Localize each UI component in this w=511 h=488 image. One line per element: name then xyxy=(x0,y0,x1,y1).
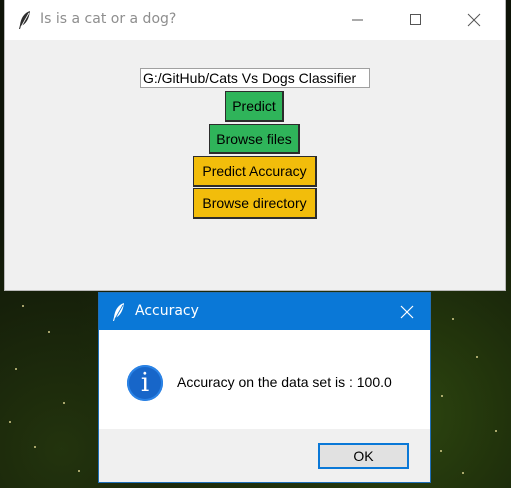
close-button[interactable] xyxy=(451,0,497,40)
minimize-button[interactable] xyxy=(335,0,381,40)
main-titlebar[interactable]: Is is a cat or a dog? xyxy=(5,0,505,40)
window-title: Is is a cat or a dog? xyxy=(40,11,177,27)
browse-directory-button[interactable]: Browse directory xyxy=(193,188,317,219)
predict-button[interactable]: Predict xyxy=(225,91,284,122)
dialog-close-button[interactable] xyxy=(384,293,430,330)
predict-accuracy-button[interactable]: Predict Accuracy xyxy=(193,156,317,187)
feather-icon xyxy=(19,11,30,29)
feather-icon xyxy=(113,303,124,321)
accuracy-dialog: Accuracy i Accuracy on the data set is :… xyxy=(99,293,430,482)
info-icon: i xyxy=(127,365,163,401)
main-window: Is is a cat or a dog? G:/GitHub/Cats Vs … xyxy=(5,0,505,290)
browse-files-button[interactable]: Browse files xyxy=(209,124,300,154)
maximize-button[interactable] xyxy=(393,0,439,40)
close-icon xyxy=(400,305,414,318)
close-icon xyxy=(467,13,481,27)
dialog-title: Accuracy xyxy=(135,303,199,319)
minimize-icon xyxy=(352,19,363,21)
maximize-icon xyxy=(410,14,421,25)
ok-button[interactable]: OK xyxy=(318,443,409,469)
dialog-body: i Accuracy on the data set is : 100.0 xyxy=(99,330,430,429)
dialog-titlebar[interactable]: Accuracy xyxy=(99,293,430,330)
dialog-message: Accuracy on the data set is : 100.0 xyxy=(177,374,392,390)
path-input[interactable]: G:/GitHub/Cats Vs Dogs Classifier xyxy=(140,68,370,88)
